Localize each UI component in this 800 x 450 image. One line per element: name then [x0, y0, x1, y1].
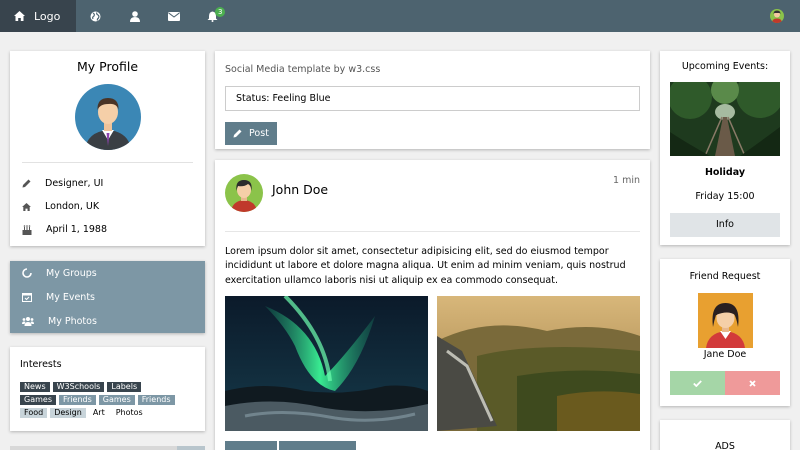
profile-card: My Profile Designer, UI London, UK April… — [10, 51, 205, 246]
post-timestamp: 1 min — [613, 175, 640, 186]
interest-tag: Photos — [111, 408, 147, 418]
logo-link[interactable]: Logo — [0, 0, 76, 32]
my-photos-button[interactable]: My Photos — [10, 309, 205, 333]
status-heading: Social Media template by w3.css — [225, 64, 381, 75]
status-input[interactable]: Status: Feeling Blue — [225, 86, 640, 111]
home-icon — [14, 11, 25, 21]
accept-friend-button[interactable] — [670, 371, 725, 395]
event-info-button[interactable]: Info — [670, 213, 780, 237]
interest-tag: Food — [20, 408, 48, 418]
post-image-northern-lights[interactable] — [225, 296, 428, 431]
messages-nav-button[interactable] — [154, 0, 193, 32]
interests-card: Interests News W3Schools Labels Games Fr… — [10, 347, 205, 431]
ads-title: ADS — [715, 441, 735, 450]
post-image-mountains[interactable] — [437, 296, 640, 431]
my-events-label: My Events — [46, 291, 96, 303]
interest-tag: Friends — [137, 395, 175, 405]
globe-icon — [90, 11, 101, 21]
profile-birthday: April 1, 1988 — [46, 224, 107, 235]
birthday-cake-icon — [22, 224, 32, 235]
interest-tag: Friends — [58, 395, 96, 405]
post-actions — [225, 441, 358, 450]
friend-name: Jane Doe — [703, 349, 747, 360]
profile-avatar — [74, 84, 141, 150]
interest-tag: W3Schools — [52, 382, 105, 392]
pencil-icon — [233, 129, 242, 138]
interest-tag: Games — [98, 395, 135, 405]
interest-tag: Art — [88, 408, 109, 418]
friend-request-card: Friend Request Jane Doe — [660, 259, 790, 406]
news-nav-button[interactable] — [76, 0, 115, 32]
profile-job-row: Designer, UI — [10, 172, 205, 195]
top-navbar: Logo 3 — [0, 0, 800, 32]
account-nav-button[interactable] — [115, 0, 154, 32]
profile-job: Designer, UI — [45, 178, 104, 189]
event-name: Holiday — [704, 167, 746, 178]
event-time: Friday 15:00 — [695, 191, 755, 202]
profile-location-row: London, UK — [10, 195, 205, 218]
users-icon — [22, 317, 34, 326]
close-icon — [749, 379, 756, 387]
calendar-check-icon — [22, 293, 32, 302]
my-events-button[interactable]: My Events — [10, 285, 205, 309]
ads-card: ADS — [660, 420, 790, 450]
my-photos-label: My Photos — [48, 315, 97, 327]
my-groups-label: My Groups — [46, 267, 97, 279]
profile-title: My Profile — [76, 59, 139, 74]
decline-friend-button[interactable] — [725, 371, 780, 395]
envelope-icon — [167, 11, 180, 21]
interest-tags: News W3Schools Labels Games Friends Game… — [10, 370, 180, 421]
my-groups-button[interactable]: My Groups — [10, 261, 205, 285]
event-image-forest-bridge — [670, 82, 780, 156]
comment-button[interactable] — [279, 441, 356, 450]
post-author-avatar[interactable] — [225, 174, 263, 212]
profile-location: London, UK — [45, 201, 100, 212]
logo-label: Logo — [34, 9, 61, 23]
post-button-label: Post — [249, 128, 269, 139]
interest-tag: Labels — [107, 382, 142, 392]
post-button[interactable]: Post — [225, 122, 277, 145]
events-title: Upcoming Events: — [681, 61, 769, 72]
alert-card-partial — [10, 446, 205, 450]
home-icon — [22, 202, 31, 211]
profile-accordion: My Groups My Events My Photos — [10, 261, 205, 333]
check-icon — [693, 379, 702, 387]
circle-notch-icon — [22, 268, 32, 278]
friend-request-title: Friend Request — [689, 271, 761, 282]
like-button[interactable] — [225, 441, 277, 450]
profile-birthday-row: April 1, 1988 — [10, 218, 205, 241]
interest-tag: Design — [50, 408, 86, 418]
post-text: Lorem ipsum dolor sit amet, consectetur … — [225, 246, 626, 286]
user-avatar[interactable] — [770, 9, 784, 23]
user-icon — [129, 10, 140, 22]
interest-tag: News — [20, 382, 50, 392]
notifications-nav-button[interactable]: 3 — [193, 0, 232, 32]
friend-avatar — [698, 293, 753, 348]
interests-title: Interests — [20, 359, 62, 370]
pencil-icon — [22, 179, 31, 188]
status-card: Social Media template by w3.css Status: … — [215, 51, 650, 149]
post-author-name[interactable]: John Doe — [272, 182, 328, 197]
post-divider — [225, 231, 640, 232]
post-card: John Doe 1 min Lorem ipsum dolor sit ame… — [215, 160, 650, 450]
interest-tag: Games — [20, 395, 56, 405]
upcoming-events-card: Upcoming Events: Holiday Friday 15:00 In… — [660, 51, 790, 245]
notification-badge: 3 — [215, 7, 226, 17]
